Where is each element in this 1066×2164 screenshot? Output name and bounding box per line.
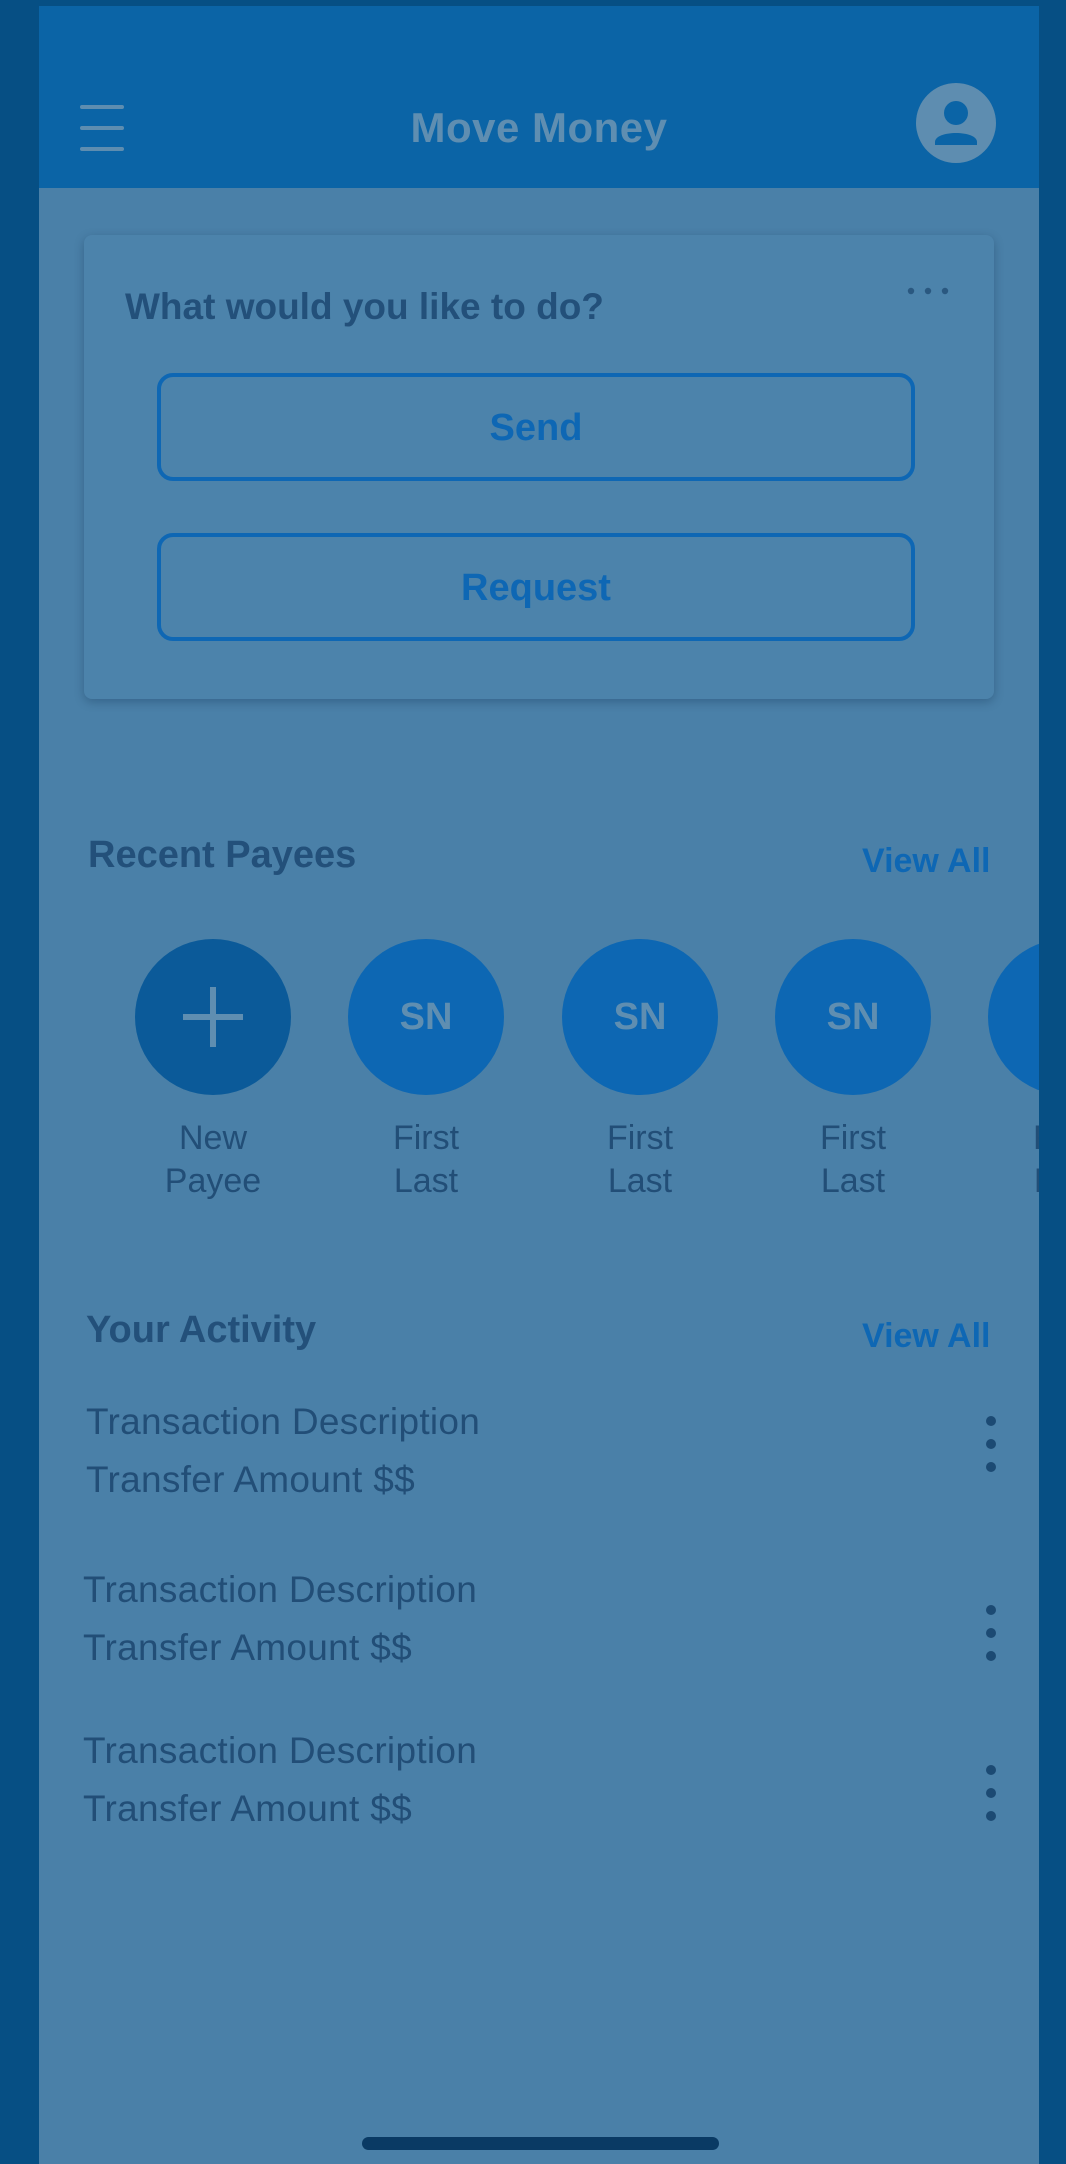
payee-item[interactable]: SN First Last	[560, 939, 720, 1203]
payee-avatar	[135, 939, 291, 1095]
more-horizontal-icon[interactable]	[905, 283, 951, 299]
recent-payees-title: Recent Payees	[88, 834, 357, 876]
recent-payees-view-all-link[interactable]: View All	[862, 842, 991, 881]
plus-icon	[183, 987, 243, 1047]
transaction-description: Transaction Description	[83, 1569, 478, 1610]
more-vertical-icon[interactable]	[981, 1600, 1001, 1666]
activity-row[interactable]: Transaction Description Transfer Amount …	[39, 1393, 1039, 1513]
payee-avatar: SN	[988, 939, 1039, 1095]
payee-avatar: SN	[562, 939, 718, 1095]
transaction-description: Transaction Description	[83, 1730, 478, 1771]
user-profile-icon[interactable]	[916, 83, 996, 163]
activity-row[interactable]: Transaction Description Transfer Amount …	[39, 1722, 1039, 1842]
payee-avatar: SN	[348, 939, 504, 1095]
payee-item[interactable]: SN First Last	[773, 939, 933, 1203]
your-activity-title: Your Activity	[86, 1309, 317, 1351]
more-vertical-icon[interactable]	[981, 1411, 1001, 1477]
page-title: Move Money	[410, 104, 668, 151]
transfer-amount: Transfer Amount $$	[86, 1459, 415, 1500]
payee-name: First Last	[986, 1117, 1039, 1203]
home-indicator[interactable]	[362, 2137, 719, 2150]
request-button[interactable]: Request	[157, 533, 915, 641]
payee-name: First Last	[392, 1119, 460, 1200]
send-button[interactable]: Send	[157, 373, 915, 481]
activity-view-all-link[interactable]: View All	[862, 1317, 991, 1356]
transfer-amount: Transfer Amount $$	[83, 1788, 412, 1829]
activity-row[interactable]: Transaction Description Transfer Amount …	[39, 1561, 1039, 1681]
phone-screen: Move Money What would you like to do? Se…	[39, 6, 1039, 2164]
payee-name: New Payee	[164, 1119, 262, 1200]
new-payee-button[interactable]: New Payee	[133, 939, 293, 1203]
transfer-amount: Transfer Amount $$	[83, 1627, 412, 1668]
payee-item[interactable]: SN First Last	[346, 939, 506, 1203]
payee-item[interactable]: SN First Last	[986, 939, 1039, 1203]
payee-name: First Last	[606, 1119, 674, 1200]
payee-avatar: SN	[775, 939, 931, 1095]
card-question: What would you like to do?	[125, 286, 604, 327]
more-vertical-icon[interactable]	[981, 1760, 1001, 1826]
transaction-description: Transaction Description	[86, 1401, 481, 1442]
app-bar: Move Money	[39, 6, 1039, 188]
payee-name: First Last	[819, 1119, 887, 1200]
